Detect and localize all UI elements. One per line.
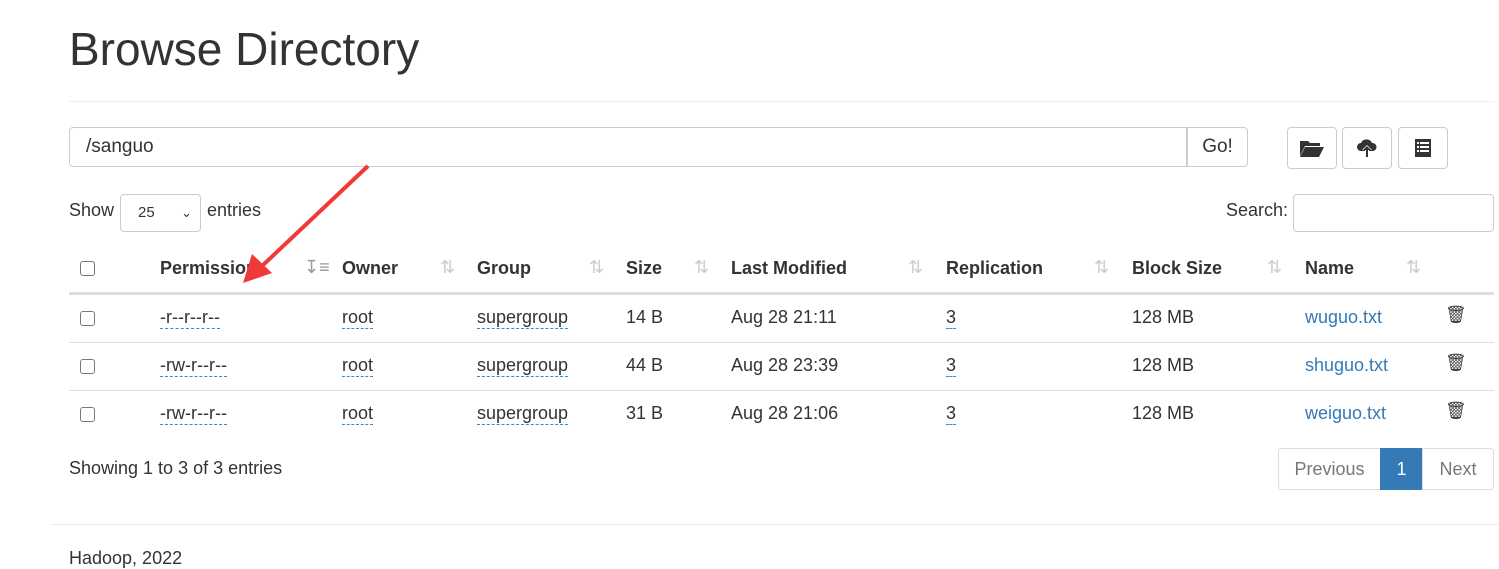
annotation-arrow xyxy=(243,164,370,283)
